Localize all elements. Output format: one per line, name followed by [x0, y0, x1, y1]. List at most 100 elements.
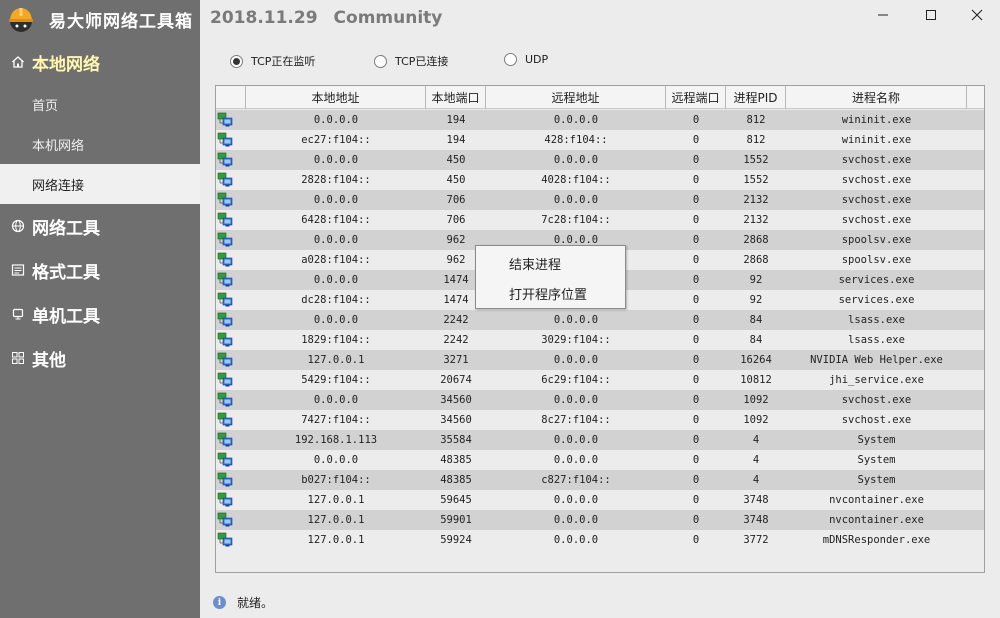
- cell-process-pid: 16264: [740, 354, 772, 366]
- nav-group-format-tools[interactable]: 格式工具: [0, 248, 200, 292]
- menu-item-open-file-location[interactable]: 打开程序位置: [477, 279, 624, 307]
- cell-remote-port: 0: [692, 354, 700, 366]
- cell-process-pid: 3772: [743, 534, 769, 546]
- table-row[interactable]: 127.0.0.1 59645 0.0.0.0 0 3748 nvcontainer.ex…: [216, 490, 984, 510]
- column-header-local-port[interactable]: 本地端口: [426, 86, 486, 109]
- sidebar-item-label: 首页: [32, 98, 59, 114]
- sidebar-item-network-connections[interactable]: 网络连接: [0, 164, 200, 204]
- sidebar-item-local-network[interactable]: 本机网络: [0, 124, 200, 164]
- menu-item-end-process[interactable]: 结束进程: [477, 249, 624, 277]
- sidebar: 易大师网络工具箱 本地网络 首页 本机网络 网络连接 网络工具 格式工具 单机工…: [0, 0, 200, 618]
- cell-process-name: spoolsv.exe: [841, 254, 912, 266]
- cell-remote-address: c827:f104::: [541, 474, 611, 486]
- minimize-button[interactable]: [860, 0, 906, 30]
- app-brand: 易大师网络工具箱: [0, 0, 200, 38]
- globe-icon: [10, 218, 26, 234]
- radio-tcp-listening[interactable]: TCP正在监听: [230, 53, 315, 69]
- network-process-icon: [217, 232, 233, 247]
- column-header-remote-port[interactable]: 远程端口: [666, 86, 726, 109]
- table-row[interactable]: 2828:f104:: 450 4028:f104:: 0 1552 svchost.ex…: [216, 170, 984, 190]
- table-row[interactable]: b027:f104:: 48385 c827:f104:: 0 4 System: [216, 470, 984, 490]
- cell-local-address: 6428:f104::: [301, 214, 371, 226]
- network-process-icon: [217, 272, 233, 287]
- table-row[interactable]: 127.0.0.1 3271 0.0.0.0 0 16264 NVIDIA Web Hel…: [216, 350, 984, 370]
- radio-button[interactable]: [374, 54, 387, 68]
- maximize-button[interactable]: [908, 0, 954, 30]
- icon-column-header[interactable]: [216, 86, 246, 109]
- column-header-remote-address[interactable]: 远程地址: [486, 86, 666, 109]
- cell-remote-address: 428:f104::: [544, 134, 608, 146]
- cell-process-name: services.exe: [838, 274, 915, 286]
- table-row[interactable]: 0.0.0.0 2242 0.0.0.0 0 84 lsass.exe: [216, 310, 984, 330]
- nav-group-label: 其他: [32, 350, 66, 371]
- table-row[interactable]: 192.168.1.113 35584 0.0.0.0 0 4 System: [216, 430, 984, 450]
- table-row[interactable]: 1829:f104:: 2242 3029:f104:: 0 84 lsass.exe: [216, 330, 984, 350]
- table-row[interactable]: 0.0.0.0 450 0.0.0.0 0 1552 svchost.exe: [216, 150, 984, 170]
- network-process-icon: [217, 292, 233, 307]
- cell-process-name: lsass.exe: [848, 334, 905, 346]
- nav-group-network-tools[interactable]: 网络工具: [0, 204, 200, 248]
- cell-local-address: ec27:f104::: [301, 134, 371, 146]
- column-header-local-address[interactable]: 本地地址: [246, 86, 426, 109]
- cell-process-name: System: [857, 474, 896, 486]
- column-header-process-pid[interactable]: 进程PID: [726, 86, 786, 109]
- radio-button[interactable]: [230, 54, 243, 68]
- table-row[interactable]: 127.0.0.1 59901 0.0.0.0 0 3748 nvcontainer.ex…: [216, 510, 984, 530]
- cell-remote-port: 0: [692, 314, 700, 326]
- table-row[interactable]: 127.0.0.1 59924 0.0.0.0 0 3772 mDNSResponder.…: [216, 530, 984, 550]
- cell-process-pid: 84: [749, 334, 763, 346]
- cell-remote-port: 0: [692, 134, 700, 146]
- table-row[interactable]: ec27:f104:: 194 428:f104:: 0 812 wininit.exe: [216, 130, 984, 150]
- cell-local-port: 59901: [440, 514, 472, 526]
- table-row[interactable]: 0.0.0.0 34560 0.0.0.0 0 1092 svchost.exe: [216, 390, 984, 410]
- status-bar: i 就绪。: [213, 594, 273, 611]
- cell-local-port: 706: [446, 194, 466, 206]
- cell-local-address: 0.0.0.0: [313, 114, 359, 126]
- sidebar-item-home[interactable]: 首页: [0, 84, 200, 124]
- cell-process-pid: 1092: [743, 414, 769, 426]
- cell-process-pid: 92: [749, 274, 763, 286]
- table-row[interactable]: 0.0.0.0 48385 0.0.0.0 0 4 System: [216, 450, 984, 470]
- cell-remote-address: 0.0.0.0: [553, 194, 599, 206]
- cell-remote-port: 0: [692, 334, 700, 346]
- close-icon: [971, 9, 983, 21]
- network-process-icon: [217, 192, 233, 207]
- cell-remote-address: 0.0.0.0: [553, 434, 599, 446]
- cell-process-name: nvcontainer.exe: [829, 494, 924, 506]
- column-header-process-name[interactable]: 进程名称: [786, 86, 967, 109]
- radio-label: UDP: [525, 53, 549, 66]
- table-row[interactable]: 5429:f104:: 20674 6c29:f104:: 0 10812 jhi_ser…: [216, 370, 984, 390]
- cell-remote-address: 8c27:f104::: [541, 414, 611, 426]
- cell-process-pid: 4: [752, 454, 760, 466]
- cell-remote-port: 0: [692, 414, 700, 426]
- cell-process-pid: 84: [749, 314, 763, 326]
- status-text: 就绪。: [237, 596, 274, 610]
- cell-local-port: 20674: [440, 374, 472, 386]
- radio-udp[interactable]: UDP: [504, 53, 548, 66]
- cell-process-name: wininit.exe: [841, 134, 912, 146]
- table-row[interactable]: 6428:f104:: 706 7c28:f104:: 0 2132 svchost.ex…: [216, 210, 984, 230]
- edition-label: Community: [333, 8, 443, 28]
- info-icon: i: [213, 596, 226, 609]
- cell-process-pid: 3748: [743, 514, 769, 526]
- table-row[interactable]: 0.0.0.0 706 0.0.0.0 0 2132 svchost.exe: [216, 190, 984, 210]
- nav-group-local-network[interactable]: 本地网络: [0, 40, 200, 84]
- sidebar-item-label: 本机网络: [32, 138, 85, 154]
- radio-label: TCP正在监听: [251, 55, 316, 68]
- radio-selected-dot: [233, 57, 240, 65]
- nav-group-standalone-tools[interactable]: 单机工具: [0, 292, 200, 336]
- cell-process-name: svchost.exe: [841, 214, 912, 226]
- nav-group-label: 单机工具: [32, 306, 100, 327]
- cell-process-pid: 2868: [743, 234, 769, 246]
- radio-tcp-connected[interactable]: TCP已连接: [374, 53, 448, 69]
- nav-group-other[interactable]: 其他: [0, 336, 200, 380]
- cell-process-name: services.exe: [838, 294, 915, 306]
- radio-button[interactable]: [504, 53, 517, 66]
- cell-remote-port: 0: [692, 374, 700, 386]
- version-label: 2018.11.29: [210, 8, 318, 28]
- cell-local-address: 2828:f104::: [301, 174, 371, 186]
- close-button[interactable]: [954, 0, 1000, 30]
- table-row[interactable]: 0.0.0.0 194 0.0.0.0 0 812 wininit.exe: [216, 110, 984, 130]
- table-row[interactable]: 7427:f104:: 34560 8c27:f104:: 0 1092 svchost.…: [216, 410, 984, 430]
- network-process-icon: [217, 452, 233, 467]
